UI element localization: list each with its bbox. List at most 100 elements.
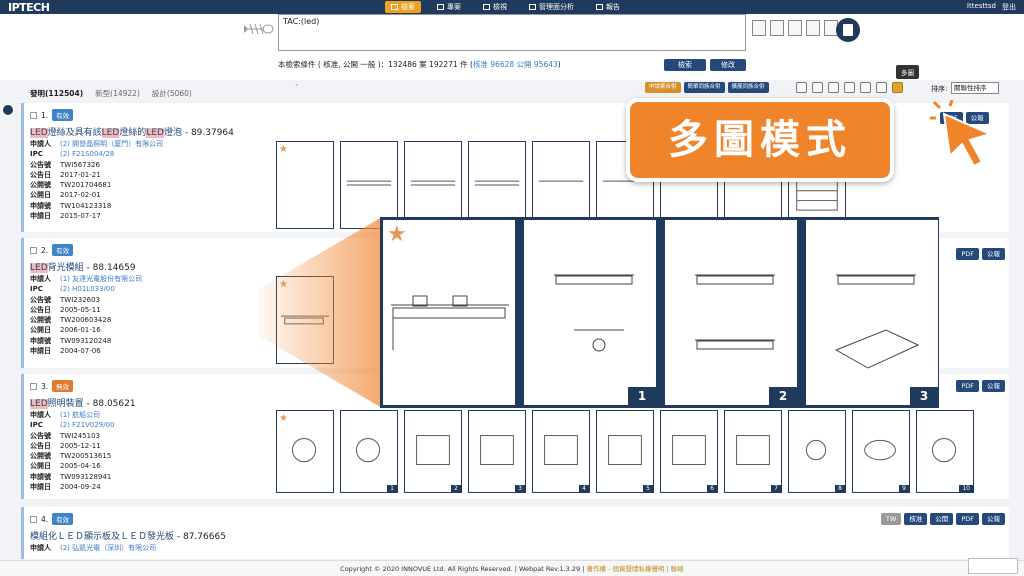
gear-icon[interactable]: [828, 82, 839, 93]
grid-view-icon[interactable]: [876, 82, 887, 93]
patent-thumbnail[interactable]: [468, 141, 526, 229]
corner-badge-logo: [968, 558, 1018, 574]
zoomed-thumbnail[interactable]: 3: [806, 220, 938, 405]
zoomed-thumbnail[interactable]: ★: [383, 220, 515, 405]
result-index: 3.: [41, 381, 49, 391]
result-index: 2.: [41, 245, 49, 255]
tab-utility[interactable]: 新型(14922): [95, 88, 140, 99]
sort-select[interactable]: 關聯性排序: [951, 82, 999, 94]
detail-view-icon[interactable]: [860, 82, 871, 93]
collapse-caret[interactable]: ˇ: [295, 84, 299, 92]
gazette-button[interactable]: 公報: [982, 380, 1005, 392]
merge-actions: 申請案合併 簡單同族合併 擴展同族合併: [645, 82, 769, 93]
result-title[interactable]: 模組化ＬＥＤ顯示板及ＬＥＤ發光板 - 87.76665: [30, 529, 226, 542]
footer-links[interactable]: 著作權 - 個資暨隱私權聲明 | 聯絡: [587, 565, 684, 573]
doc-tool-icon[interactable]: [788, 20, 802, 36]
patent-thumbnail[interactable]: 2: [404, 410, 462, 493]
patent-thumbnail[interactable]: 5: [596, 410, 654, 493]
pointer-cursor-icon: [930, 100, 993, 168]
patent-thumbnail[interactable]: 1: [340, 410, 398, 493]
history-tool-icon[interactable]: [770, 20, 784, 36]
list-view-icon[interactable]: [844, 82, 855, 93]
star-icon[interactable]: ★: [387, 222, 407, 247]
multi-image-view-icon[interactable]: [892, 82, 903, 93]
tab-invention[interactable]: 發明(112504): [30, 88, 83, 99]
nav-search[interactable]: 檢索: [385, 1, 421, 13]
pen-icon[interactable]: [812, 82, 823, 93]
tw-badge: TW: [880, 513, 902, 525]
nav-view[interactable]: 檢視: [477, 1, 513, 13]
nav-project[interactable]: 專案: [431, 1, 467, 13]
count-link[interactable]: 核准 96628 公開 95643: [473, 60, 558, 69]
pdf-button[interactable]: PDF: [956, 248, 979, 260]
sort-label: 排序:: [931, 85, 948, 93]
multi-image-mode-callout: 多圖模式: [626, 98, 894, 182]
patent-thumbnail[interactable]: 7: [724, 410, 782, 493]
fishbone-icon[interactable]: [244, 22, 274, 36]
result-card: 4. 有效 模組化ＬＥＤ顯示板及ＬＥＤ發光板 - 87.76665 申請人 (2) …: [21, 507, 1009, 559]
patent-thumbnail[interactable]: ★: [276, 410, 334, 493]
pdf-button[interactable]: PDF: [956, 380, 979, 392]
merge-application-button[interactable]: 申請案合併: [645, 82, 681, 93]
type-tabs: 發明(112504) 新型(14922) 設計(5060): [30, 88, 192, 99]
side-toggle-icon[interactable]: [1, 103, 15, 117]
patent-thumbnail[interactable]: 3: [468, 410, 526, 493]
star-icon[interactable]: ★: [279, 144, 288, 155]
select-checkbox[interactable]: [30, 515, 37, 523]
username[interactable]: Ittesttsd: [967, 2, 996, 12]
result-meta: 申請人 (1) 友達光電股份有限公司 IPC (2) H01L033/00 公告號 T…: [30, 275, 143, 356]
multi-image-tooltip: 多圖: [896, 65, 919, 79]
result-title[interactable]: LED照明裝置 - 88.05621: [30, 396, 136, 409]
patent-thumbnail[interactable]: 6: [660, 410, 718, 493]
footer: Copyright © 2020 INNOVUE Ltd. All Rights…: [0, 560, 1024, 576]
status-badge: 有效: [52, 244, 74, 256]
status-badge: 有效: [52, 109, 74, 121]
published-badge[interactable]: 公開: [930, 513, 954, 525]
extended-family-merge-button[interactable]: 擴展同族合併: [727, 82, 769, 93]
iptech-logo[interactable]: IPTECH: [8, 1, 50, 14]
patent-thumbnail[interactable]: 10: [916, 410, 974, 493]
thumbnail-row: ★ 1 2 3 4 5 6 7 8 9 10: [276, 410, 974, 493]
nav-analysis[interactable]: 管理面分析: [523, 1, 580, 13]
gazette-button[interactable]: 公報: [982, 248, 1005, 260]
patent-thumbnail[interactable]: [340, 141, 398, 229]
zoomed-thumbnail[interactable]: 2: [665, 220, 797, 405]
logout-link[interactable]: 登出: [1002, 2, 1016, 12]
star-icon[interactable]: ★: [279, 413, 288, 424]
select-checkbox[interactable]: [30, 246, 37, 254]
gazette-button[interactable]: 公報: [982, 513, 1005, 525]
result-title[interactable]: LED燈絲及具有該LED燈絲的LED燈泡 - 89.37964: [30, 125, 234, 138]
report-icon: [596, 4, 603, 10]
result-index: 1.: [41, 110, 49, 120]
nav-report[interactable]: 報告: [590, 1, 626, 13]
edit-tool-icon[interactable]: [752, 20, 766, 36]
result-meta: 申請人 (2) 開發晶照明（廈門）有限公司 IPC (2) F21S004/28 公…: [30, 140, 164, 221]
patent-thumbnail[interactable]: 9: [852, 410, 910, 493]
patent-thumbnail[interactable]: ★: [276, 141, 334, 229]
simple-family-merge-button[interactable]: 簡單同族合併: [683, 82, 725, 93]
main-nav: 檢索 專案 檢視 管理面分析 報告: [385, 1, 626, 13]
search-tools: [752, 20, 838, 36]
pdf-button[interactable]: PDF: [956, 513, 979, 525]
save-icon[interactable]: [836, 18, 860, 42]
search-button[interactable]: 檢索: [664, 59, 706, 71]
view-mode-icons: [796, 82, 903, 93]
result-index: 4.: [41, 514, 49, 524]
granted-badge[interactable]: 核准: [904, 513, 928, 525]
patent-thumbnail[interactable]: [532, 141, 590, 229]
tab-design[interactable]: 設計(5060): [152, 88, 192, 99]
patent-thumbnail[interactable]: 4: [532, 410, 590, 493]
zoomed-thumbnail[interactable]: 1: [524, 220, 656, 405]
status-badge: 無效: [52, 380, 74, 392]
edit-button[interactable]: 修改: [710, 59, 746, 71]
select-checkbox[interactable]: [30, 382, 37, 390]
copy-tool-icon[interactable]: [806, 20, 820, 36]
select-checkbox[interactable]: [30, 111, 37, 119]
patent-thumbnail[interactable]: [404, 141, 462, 229]
patent-thumbnail[interactable]: 8: [788, 410, 846, 493]
result-title[interactable]: LED背光模組 - 88.14659: [30, 260, 136, 273]
analysis-icon: [529, 4, 536, 10]
query-textarea[interactable]: TAC:(led): [278, 14, 746, 51]
zoomed-thumbnails: ★ 1 2 3: [380, 217, 939, 408]
export-icon[interactable]: [796, 82, 807, 93]
